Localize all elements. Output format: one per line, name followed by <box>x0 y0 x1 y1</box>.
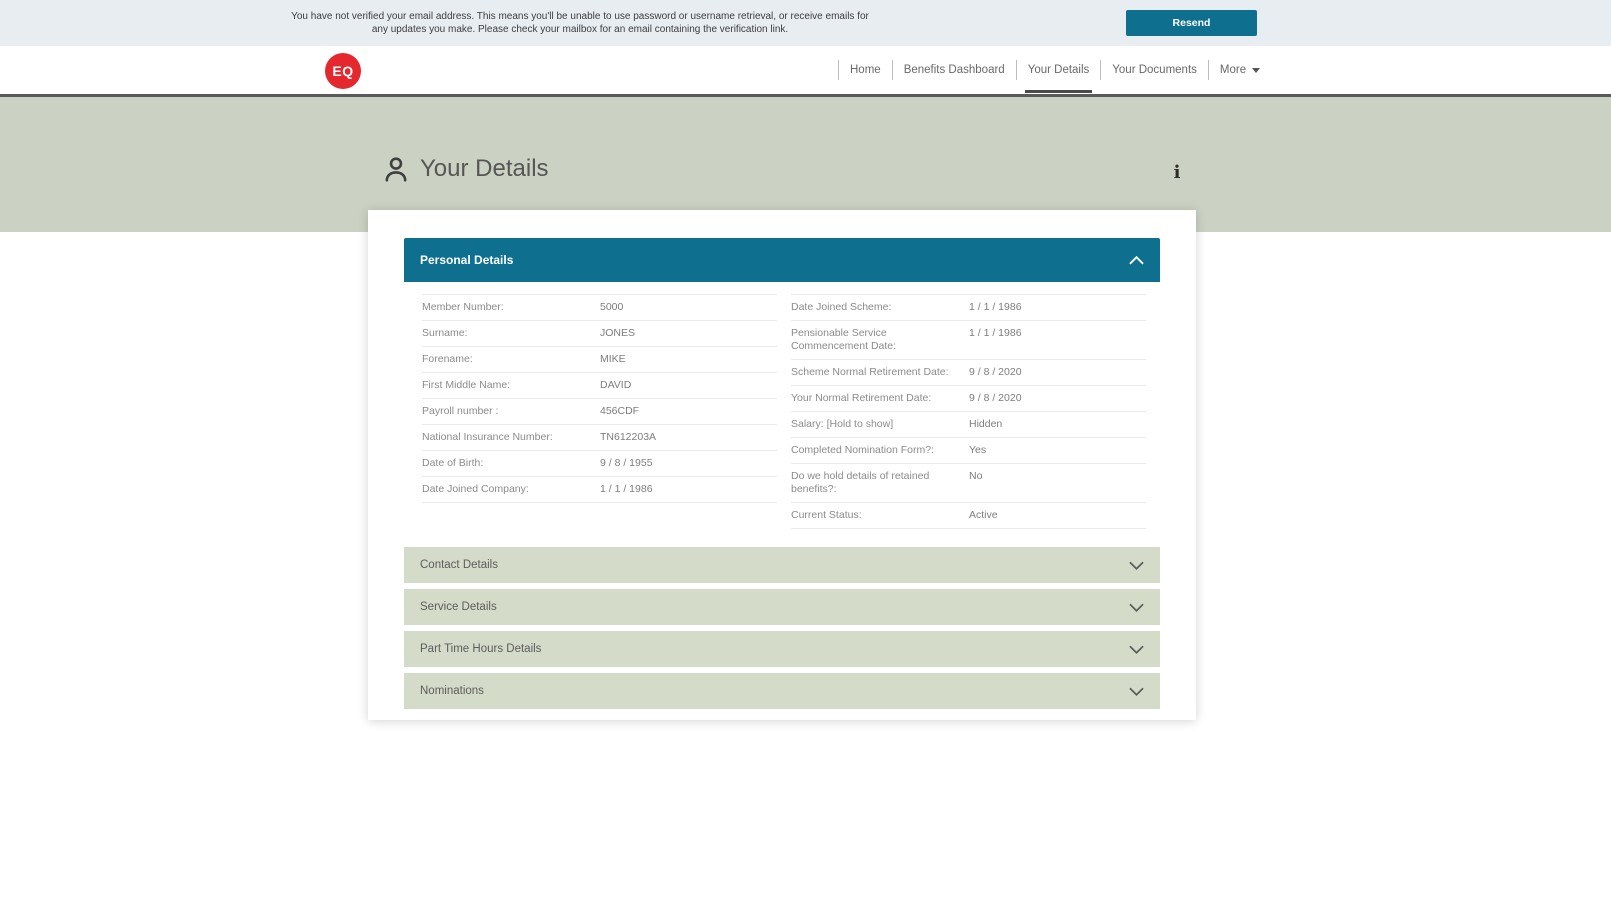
detail-row: Surname: JONES <box>422 321 777 347</box>
section-contact-details[interactable]: Contact Details <box>404 547 1160 583</box>
resend-button[interactable]: Resend <box>1126 10 1257 36</box>
nav-item-home[interactable]: Home <box>838 60 892 80</box>
detail-label: Date Joined Company: <box>422 483 529 495</box>
main-nav: Home Benefits Dashboard Your Details You… <box>838 58 1271 93</box>
detail-value: 9 / 8 / 1955 <box>600 457 653 469</box>
detail-label: Surname: <box>422 327 468 339</box>
detail-label: Completed Nomination Form?: <box>791 444 934 456</box>
detail-row: Forename: MIKE <box>422 347 777 373</box>
email-verification-banner: You have not verified your email address… <box>0 0 1611 46</box>
detail-value: Yes <box>969 444 987 456</box>
detail-value: MIKE <box>600 353 626 365</box>
caret-down-icon <box>1252 67 1261 73</box>
personal-details-body: Member Number: 5000 Surname: JONES Foren… <box>404 282 1160 539</box>
section-title: Nominations <box>420 685 484 697</box>
info-icon[interactable]: i <box>1168 162 1186 184</box>
detail-label: Current Status: <box>791 509 862 521</box>
detail-value: JONES <box>600 327 636 339</box>
nav-label: Your Documents <box>1112 64 1197 76</box>
chevron-down-icon <box>1129 687 1144 696</box>
chevron-up-icon[interactable] <box>1129 255 1144 265</box>
detail-label: Your Normal Retirement Date: <box>791 392 932 404</box>
detail-row: Your Normal Retirement Date: 9 / 8 / 202… <box>791 386 1146 412</box>
detail-row: Member Number: 5000 <box>422 295 777 321</box>
chevron-down-icon <box>1129 561 1144 570</box>
nav-item-your-details[interactable]: Your Details <box>1015 60 1101 93</box>
email-verification-message: You have not verified your email address… <box>291 11 869 35</box>
detail-value: 9 / 8 / 2020 <box>969 366 1022 378</box>
detail-label: Pensionable Service Commencement Date: <box>791 327 897 352</box>
detail-row: First Middle Name: DAVID <box>422 373 777 399</box>
detail-row: Date of Birth: 9 / 8 / 1955 <box>422 451 777 477</box>
page-title-text: Your Details <box>420 155 549 182</box>
person-icon <box>383 155 409 183</box>
chevron-down-icon <box>1129 645 1144 654</box>
nav-label: Home <box>850 64 881 76</box>
detail-value: TN612203A <box>600 431 657 443</box>
detail-row: National Insurance Number: TN612203A <box>422 425 777 451</box>
personal-details-panel: Personal Details Member Number: 5000 Sur… <box>404 238 1160 539</box>
detail-label: Forename: <box>422 353 473 365</box>
detail-row: Date Joined Company: 1 / 1 / 1986 <box>422 477 777 503</box>
detail-label: Do we hold details of retained benefits?… <box>791 470 930 495</box>
nav-label: Your Details <box>1027 64 1090 76</box>
nav-label: More <box>1219 64 1247 76</box>
detail-row: Current Status: Active <box>791 503 1146 529</box>
detail-value: 1 / 1 / 1986 <box>969 327 1022 339</box>
chevron-down-icon <box>1129 603 1144 612</box>
eq-logo[interactable]: EQ <box>325 53 361 89</box>
collapsed-sections: Contact Details Service Details Part Tim… <box>404 547 1160 709</box>
personal-details-left-column: Member Number: 5000 Surname: JONES Foren… <box>422 294 777 529</box>
detail-value: DAVID <box>600 379 632 391</box>
detail-label: First Middle Name: <box>422 379 511 391</box>
detail-label: Date Joined Scheme: <box>791 301 892 313</box>
personal-details-title: Personal Details <box>420 253 514 267</box>
page: You have not verified your email address… <box>0 0 1611 900</box>
detail-value: Active <box>969 509 998 521</box>
detail-label: Payroll number : <box>422 405 499 417</box>
detail-label: Scheme Normal Retirement Date: <box>791 366 949 378</box>
section-service-details[interactable]: Service Details <box>404 589 1160 625</box>
detail-row: Pensionable Service Commencement Date: 1… <box>791 321 1146 360</box>
detail-value: 1 / 1 / 1986 <box>969 301 1022 313</box>
section-part-time-hours-details[interactable]: Part Time Hours Details <box>404 631 1160 667</box>
personal-details-right-column: Date Joined Scheme: 1 / 1 / 1986 Pension… <box>791 294 1146 529</box>
detail-value: 5000 <box>600 301 624 313</box>
detail-value: 456CDF <box>600 405 640 417</box>
nav-label: Benefits Dashboard <box>903 64 1005 76</box>
detail-row: Completed Nomination Form?: Yes <box>791 438 1146 464</box>
detail-row: Do we hold details of retained benefits?… <box>791 464 1146 503</box>
detail-value: Hidden <box>969 418 1003 430</box>
section-title: Contact Details <box>420 559 498 571</box>
section-nominations[interactable]: Nominations <box>404 673 1160 709</box>
nav-item-more[interactable]: More <box>1207 60 1271 80</box>
details-card: Personal Details Member Number: 5000 Sur… <box>368 210 1196 720</box>
section-title: Part Time Hours Details <box>420 643 542 655</box>
detail-row-salary: Salary: [Hold to show] Hidden <box>791 412 1146 438</box>
detail-row: Scheme Normal Retirement Date: 9 / 8 / 2… <box>791 360 1146 386</box>
detail-label: Date of Birth: <box>422 457 484 469</box>
section-title: Service Details <box>420 601 497 613</box>
detail-row: Date Joined Scheme: 1 / 1 / 1986 <box>791 295 1146 321</box>
nav-item-your-documents[interactable]: Your Documents <box>1100 60 1208 80</box>
top-navigation-bar: EQ Home Benefits Dashboard Your Details … <box>0 46 1611 97</box>
detail-value: No <box>969 470 983 482</box>
salary-hold-to-show-label[interactable]: Salary: [Hold to show] <box>791 418 969 431</box>
page-title: Your Details <box>383 155 549 183</box>
nav-item-benefits-dashboard[interactable]: Benefits Dashboard <box>891 60 1016 80</box>
detail-value: 9 / 8 / 2020 <box>969 392 1022 404</box>
detail-label: Member Number: <box>422 301 504 313</box>
detail-value: 1 / 1 / 1986 <box>600 483 653 495</box>
personal-details-header[interactable]: Personal Details <box>404 238 1160 282</box>
detail-label: National Insurance Number: <box>422 431 553 443</box>
detail-row: Payroll number : 456CDF <box>422 399 777 425</box>
